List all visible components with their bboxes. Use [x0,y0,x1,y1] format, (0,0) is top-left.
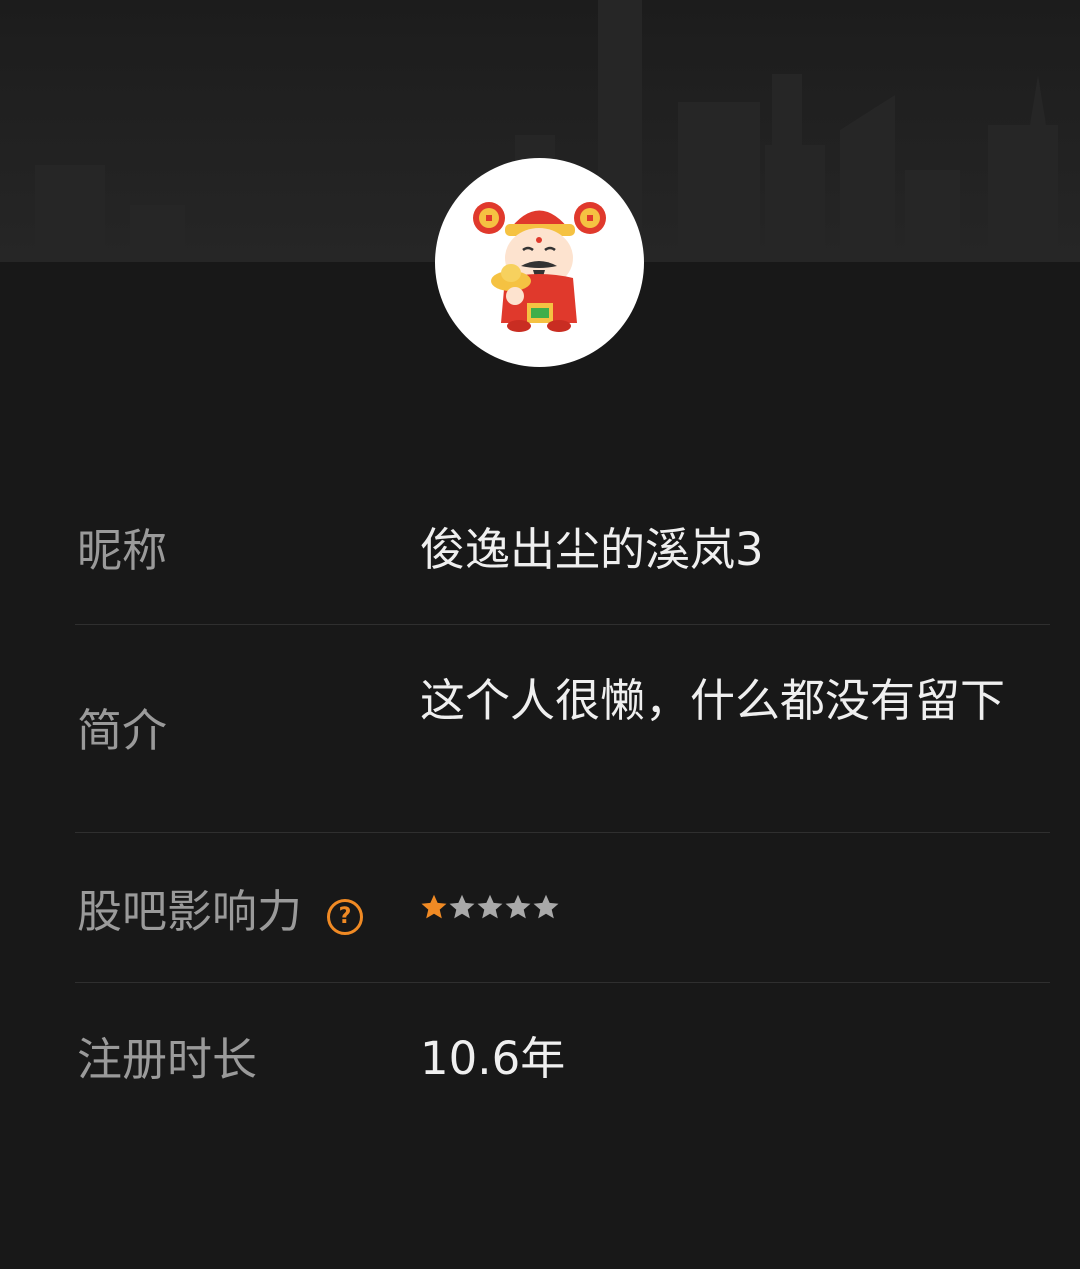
influence-rating [420,893,560,925]
star-empty-icon [449,894,475,919]
influence-label: 股吧影响力 [77,885,303,938]
star-empty-icon [533,894,559,919]
registration-label: 注册时长 [77,1033,258,1086]
nickname-row: 昵称 俊逸出尘的溪岚3 [75,474,1050,625]
star-filled-icon [421,894,447,919]
influence-row: 股吧影响力 ? [75,833,1050,983]
bio-value: 这个人很懒，什么都没有留下 [420,674,1006,727]
nickname-value: 俊逸出尘的溪岚3 [420,523,764,576]
avatar[interactable] [435,158,644,367]
god-of-wealth-icon [473,202,606,332]
nickname-label: 昵称 [77,524,168,577]
influence-label-group: 股吧影响力 ? [75,883,395,943]
registration-value: 10.6年 [420,1032,566,1085]
registration-row: 注册时长 10.6年 [75,983,1050,1133]
star-empty-icon [477,894,503,919]
bio-row: 简介 这个人很懒，什么都没有留下 [75,625,1050,833]
star-empty-icon [505,894,531,919]
question-circle-icon[interactable]: ? [327,899,363,935]
bio-label: 简介 [77,704,168,757]
